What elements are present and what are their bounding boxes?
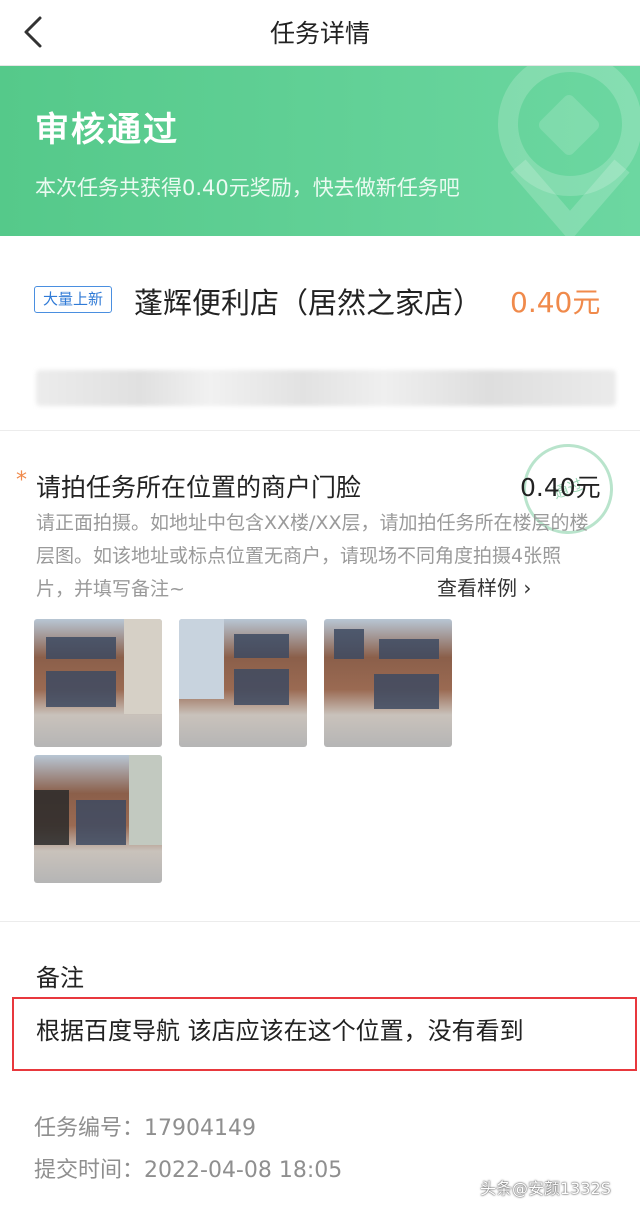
location-pin-icon xyxy=(498,66,640,236)
task-id-row: 任务编号：17904149 xyxy=(34,1110,256,1142)
status-banner: 审核通过 本次任务共获得0.40元奖励，快去做新任务吧 xyxy=(0,66,640,236)
submit-time-value: 2022-04-08 18:05 xyxy=(144,1158,343,1183)
chevron-right-icon: › xyxy=(517,576,532,600)
task-section: 通过 * 请拍任务所在位置的商户门脸 0.40元 请正面拍摄。如地址中包含XX楼… xyxy=(0,431,640,922)
page-title: 任务详情 xyxy=(269,19,370,48)
view-sample-label: 查看样例 xyxy=(437,576,517,600)
note-text: 根据百度导航 该店应该在这个位置，没有看到 xyxy=(36,1017,524,1045)
status-title: 审核通过 xyxy=(35,110,179,150)
storefront-photo-3[interactable] xyxy=(324,619,452,747)
task-reward: 0.40元 xyxy=(520,473,601,502)
note-section: 备注 根据百度导航 该店应该在这个位置，没有看到 xyxy=(0,922,640,1072)
status-subtitle: 本次任务共获得0.40元奖励，快去做新任务吧 xyxy=(35,176,460,200)
submit-time-row: 提交时间：2022-04-08 18:05 xyxy=(34,1152,342,1184)
view-sample-link[interactable]: 查看样例 › xyxy=(437,572,531,601)
note-highlight-box: 根据百度导航 该店应该在这个位置，没有看到 xyxy=(12,997,637,1071)
storefront-photo-1[interactable] xyxy=(34,619,162,747)
required-mark: * xyxy=(16,468,27,493)
shop-reward: 0.40元 xyxy=(510,286,601,319)
blurred-address xyxy=(36,370,616,406)
shop-card: 蓬辉便利店（居然之家店） 大量上新 0.40元 xyxy=(0,236,640,431)
watermark: 头条@安颜1332S xyxy=(480,1179,611,1198)
task-id-label: 任务编号： xyxy=(34,1116,145,1141)
new-tag-badge: 大量上新 xyxy=(34,286,113,313)
submit-time-label: 提交时间： xyxy=(34,1158,145,1183)
storefront-photo-2[interactable] xyxy=(179,619,307,747)
storefront-photo-4[interactable] xyxy=(34,755,162,883)
nav-bar: 任务详情 xyxy=(0,0,640,66)
note-label: 备注 xyxy=(36,964,84,992)
task-title: 请拍任务所在位置的商户门脸 xyxy=(36,473,362,502)
task-id-value: 17904149 xyxy=(144,1116,256,1141)
